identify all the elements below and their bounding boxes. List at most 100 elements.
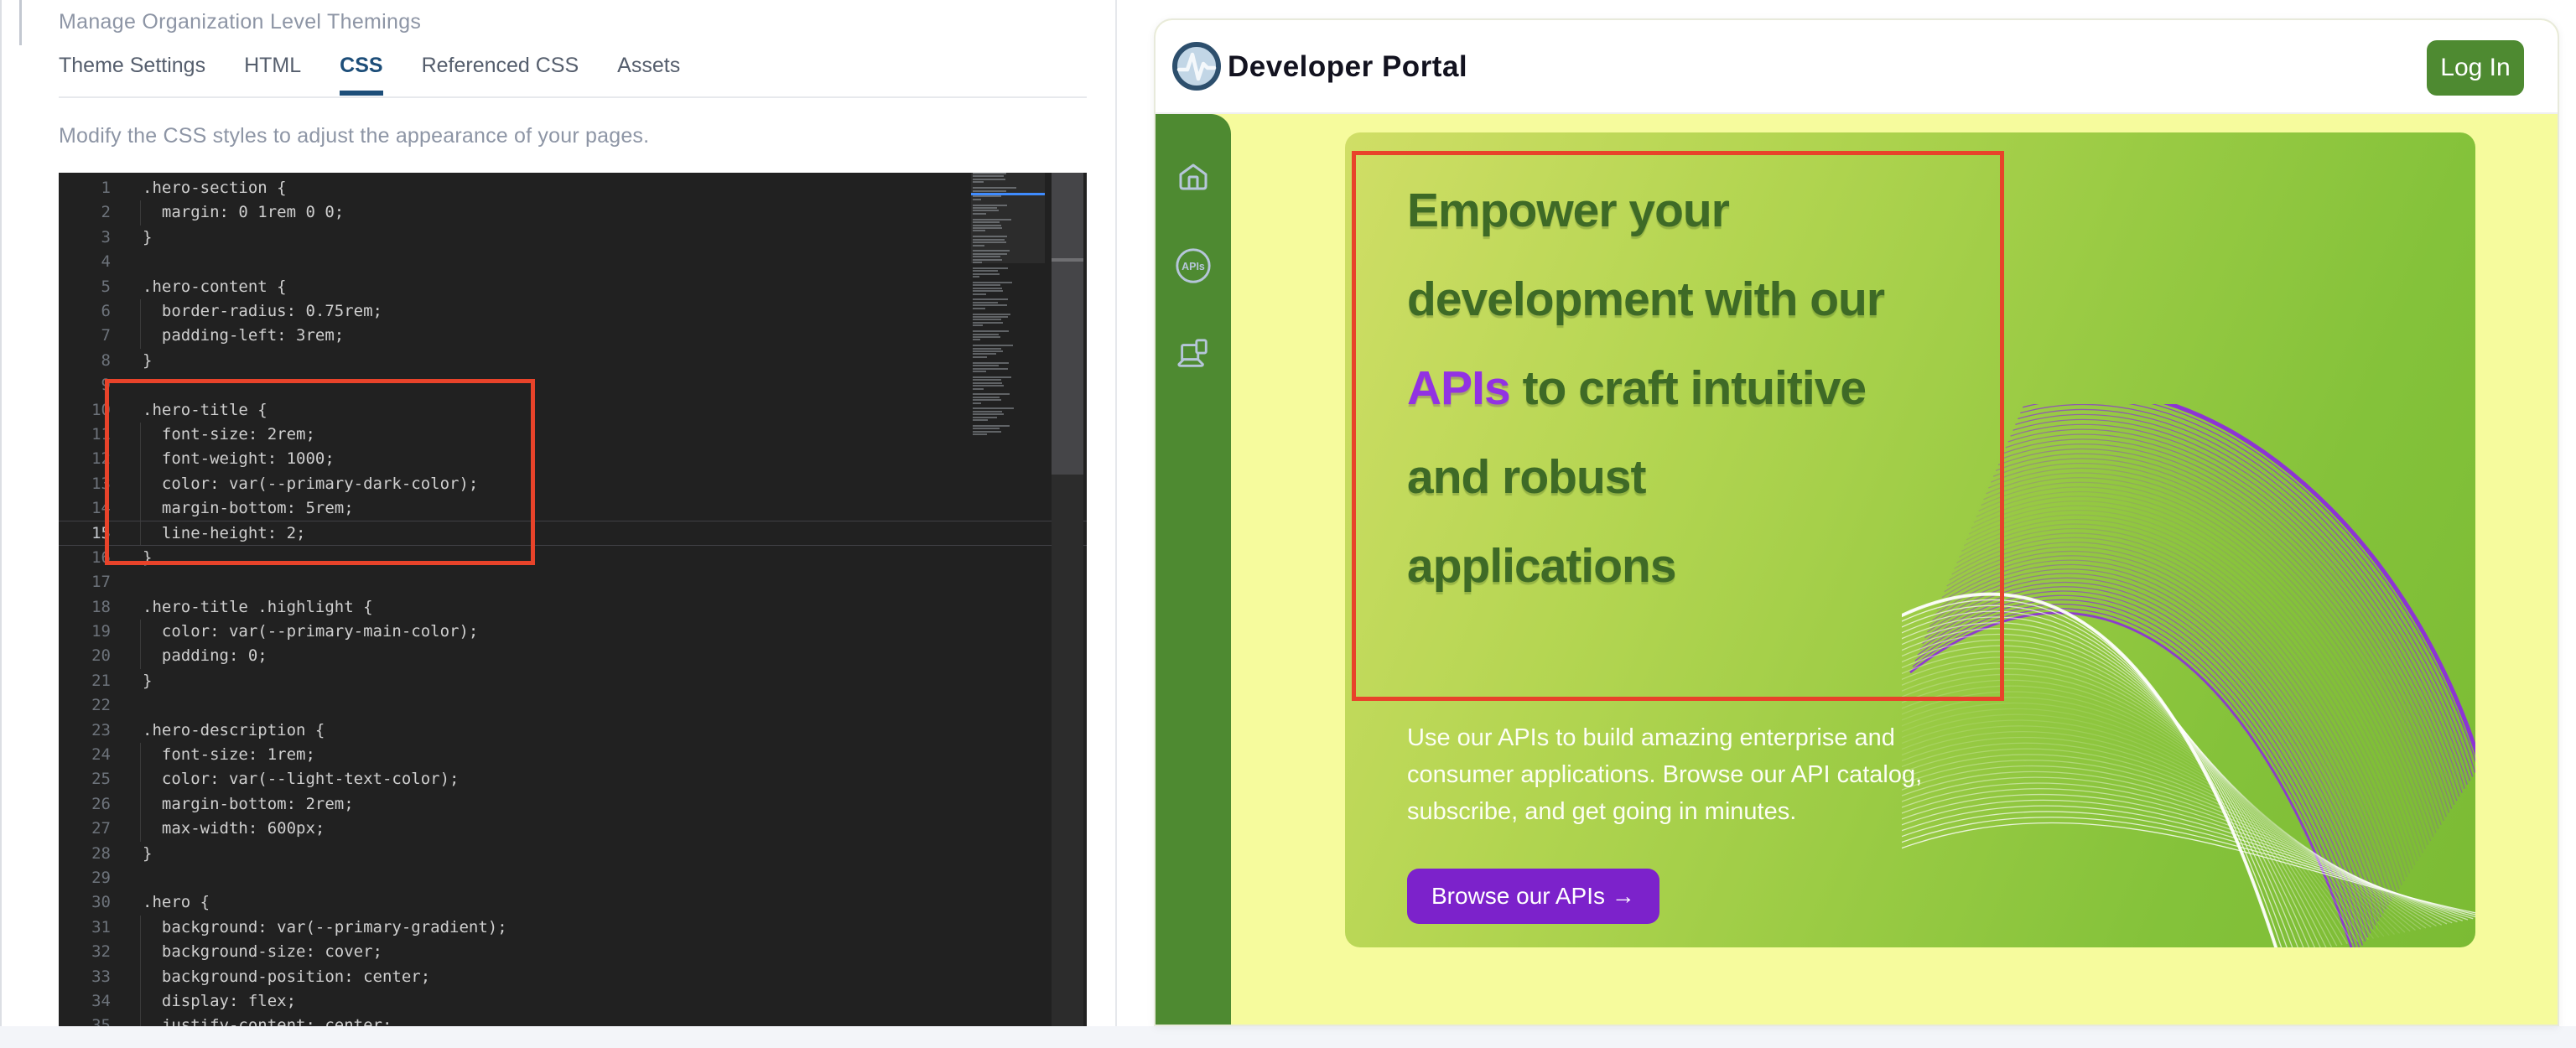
minimap[interactable] — [971, 173, 1045, 439]
code-line[interactable]: 9 — [59, 373, 1087, 397]
minimap-mark — [973, 282, 1012, 283]
line-number: 5 — [59, 275, 111, 299]
line-content: padding-left: 3rem; — [143, 324, 344, 348]
minimap-mark — [973, 304, 1007, 306]
line-number: 10 — [59, 398, 111, 423]
code-line[interactable]: 18.hero-title .highlight { — [59, 595, 1087, 620]
code-line[interactable]: 12 font-weight: 1000; — [59, 447, 1087, 471]
minimap-mark — [973, 199, 981, 200]
code-line[interactable]: 6 border-radius: 0.75rem; — [59, 299, 1087, 324]
code-line[interactable]: 3} — [59, 226, 1087, 250]
tab-referenced-css[interactable]: Referenced CSS — [422, 54, 579, 95]
code-line[interactable]: 23.hero-description { — [59, 719, 1087, 743]
minimap-mark — [973, 293, 986, 295]
line-number: 26 — [59, 792, 111, 817]
line-number: 28 — [59, 842, 111, 866]
indent-guide — [140, 965, 141, 989]
code-line[interactable]: 29 — [59, 866, 1087, 890]
tab-html[interactable]: HTML — [244, 54, 301, 95]
minimap-mark — [973, 433, 987, 435]
minimap-mark — [973, 419, 988, 421]
line-content: color: var(--primary-dark-color); — [143, 472, 478, 496]
minimap-mark — [973, 276, 979, 278]
code-line[interactable]: 19 color: var(--primary-main-color); — [59, 620, 1087, 644]
code-line[interactable]: 8} — [59, 349, 1087, 373]
line-content: margin-bottom: 2rem; — [143, 792, 354, 817]
line-content: } — [143, 842, 152, 866]
minimap-mark — [973, 324, 983, 326]
line-number: 20 — [59, 644, 111, 668]
code-line[interactable]: 16} — [59, 546, 1087, 570]
code-line[interactable]: 25 color: var(--light-text-color); — [59, 767, 1087, 791]
line-content: background-size: cover; — [143, 940, 382, 964]
line-content: font-size: 1rem; — [143, 743, 315, 767]
minimap-mark — [973, 236, 1007, 237]
line-number: 9 — [59, 373, 111, 397]
minimap-mark — [973, 413, 1004, 415]
hero-title-text: applications — [1407, 539, 1676, 593]
minimap-mark — [973, 339, 980, 340]
hero-title-text: development with our — [1407, 272, 1884, 326]
code-line[interactable]: 34 display: flex; — [59, 989, 1087, 1014]
code-line[interactable]: 24 font-size: 1rem; — [59, 743, 1087, 767]
line-number: 29 — [59, 866, 111, 890]
css-code-editor[interactable]: 1.hero-section {2 margin: 0 1rem 0 0;3}4… — [59, 173, 1087, 1028]
minimap-mark — [973, 376, 1011, 378]
tab-assets[interactable]: Assets — [617, 54, 680, 95]
code-line[interactable]: 13 color: var(--primary-dark-color); — [59, 472, 1087, 496]
tab-description: Modify the CSS styles to adjust the appe… — [59, 124, 649, 148]
minimap-mark — [973, 267, 1008, 269]
code-line[interactable]: 4 — [59, 250, 1087, 274]
code-line[interactable]: 5.hero-content { — [59, 275, 1087, 299]
minimap-mark — [973, 334, 999, 335]
browse-apis-button[interactable]: Browse our APIs → — [1407, 869, 1659, 924]
code-line[interactable]: 26 margin-bottom: 2rem; — [59, 792, 1087, 817]
code-line[interactable]: 33 background-position: center; — [59, 965, 1087, 989]
code-line[interactable]: 31 background: var(--primary-gradient); — [59, 916, 1087, 940]
minimap-mark — [973, 399, 1001, 401]
code-line[interactable]: 27 max-width: 600px; — [59, 817, 1087, 841]
code-line[interactable]: 32 background-size: cover; — [59, 940, 1087, 964]
code-line[interactable]: 2 margin: 0 1rem 0 0; — [59, 200, 1087, 225]
minimap-mark — [973, 262, 982, 263]
indent-guide — [140, 792, 141, 817]
minimap-mark — [973, 322, 1003, 324]
code-line[interactable]: 14 margin-bottom: 5rem; — [59, 496, 1087, 521]
code-line[interactable]: 30.hero { — [59, 890, 1087, 915]
login-button[interactable]: Log In — [2427, 40, 2524, 96]
code-line[interactable]: 1.hero-section { — [59, 176, 1087, 200]
editor-scrollbar-thumb[interactable] — [1052, 173, 1083, 475]
code-line[interactable]: 21} — [59, 669, 1087, 693]
indent-guide — [140, 817, 141, 841]
code-line[interactable]: 28} — [59, 842, 1087, 866]
minimap-mark — [973, 308, 985, 309]
minimap-mark — [973, 213, 986, 215]
minimap-current-line-marker — [971, 193, 1045, 195]
code-line[interactable]: 10.hero-title { — [59, 398, 1087, 423]
home-icon[interactable] — [1174, 158, 1213, 196]
minimap-mark — [973, 250, 1010, 252]
line-number: 25 — [59, 767, 111, 791]
api-products-icon[interactable] — [1174, 335, 1213, 374]
tab-theme-settings[interactable]: Theme Settings — [59, 54, 205, 95]
code-line[interactable]: 20 padding: 0; — [59, 644, 1087, 668]
minimap-mark — [973, 365, 999, 366]
minimap-mark — [973, 371, 986, 372]
line-content: .hero-title .highlight { — [143, 595, 373, 620]
code-line[interactable]: 15 line-height: 2; — [59, 521, 1087, 545]
line-content: max-width: 600px; — [143, 817, 325, 841]
minimap-mark — [973, 259, 1002, 261]
code-line[interactable]: 7 padding-left: 3rem; — [59, 324, 1087, 348]
tab-css[interactable]: CSS — [340, 54, 382, 95]
minimap-mark — [973, 298, 1008, 300]
minimap-mark — [973, 302, 998, 304]
minimap-mark — [973, 330, 1009, 332]
code-line[interactable]: 11 font-size: 2rem; — [59, 423, 1087, 447]
code-line[interactable]: 22 — [59, 693, 1087, 718]
minimap-mark — [973, 353, 996, 355]
hero-title-text: to craft intuitive — [1510, 361, 1866, 415]
apis-circle-icon[interactable]: APIs — [1174, 246, 1213, 285]
code-line[interactable]: 17 — [59, 570, 1087, 594]
line-content: color: var(--primary-main-color); — [143, 620, 478, 644]
indent-guide — [140, 496, 141, 521]
